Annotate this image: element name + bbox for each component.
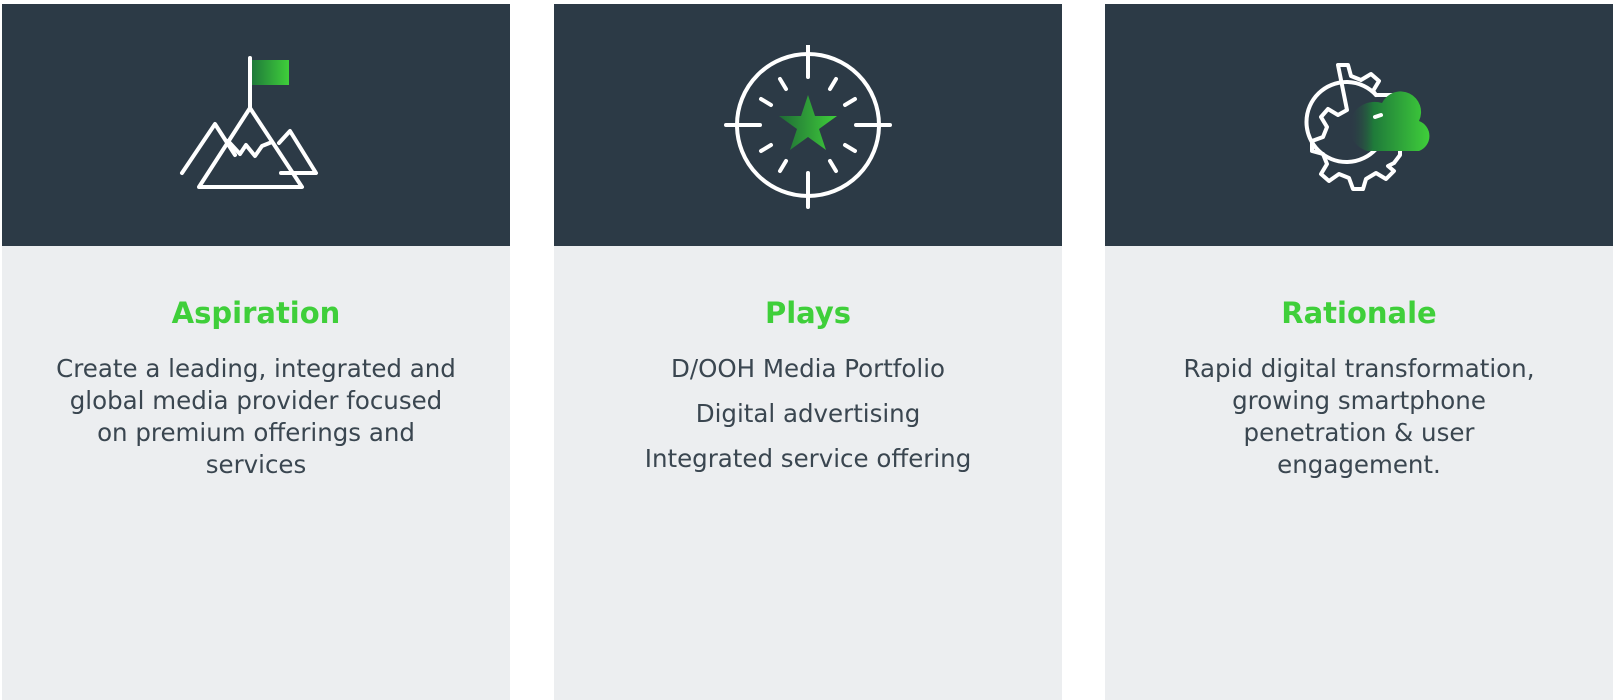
target-star-icon [718, 45, 898, 225]
card-title: Plays [764, 296, 852, 330]
card-plays: Plays D/OOH Media Portfolio Digital adve… [554, 4, 1062, 700]
gear-cloud-icon [1269, 45, 1449, 225]
plays-list: D/OOH Media Portfolio Digital advertisin… [554, 353, 1062, 488]
list-item: Digital advertising [695, 399, 921, 428]
card-header [1105, 4, 1613, 246]
mountain-flag-icon [166, 45, 346, 225]
card-aspiration: Aspiration Create a leading, integrated … [2, 4, 510, 700]
list-item: Integrated service offering [644, 444, 972, 473]
cards-row: Aspiration Create a leading, integrated … [0, 0, 1613, 700]
card-description: Rapid digital transformation, growing sm… [1183, 354, 1535, 479]
card-description: Create a leading, integrated and global … [56, 354, 456, 479]
card-rationale: Rationale Rapid digital transformation, … [1105, 4, 1613, 700]
list-item: D/OOH Media Portfolio [670, 354, 946, 383]
card-header [2, 4, 510, 246]
card-header [554, 4, 1062, 246]
card-title: Aspiration [171, 296, 341, 330]
card-title: Rationale [1281, 296, 1437, 330]
